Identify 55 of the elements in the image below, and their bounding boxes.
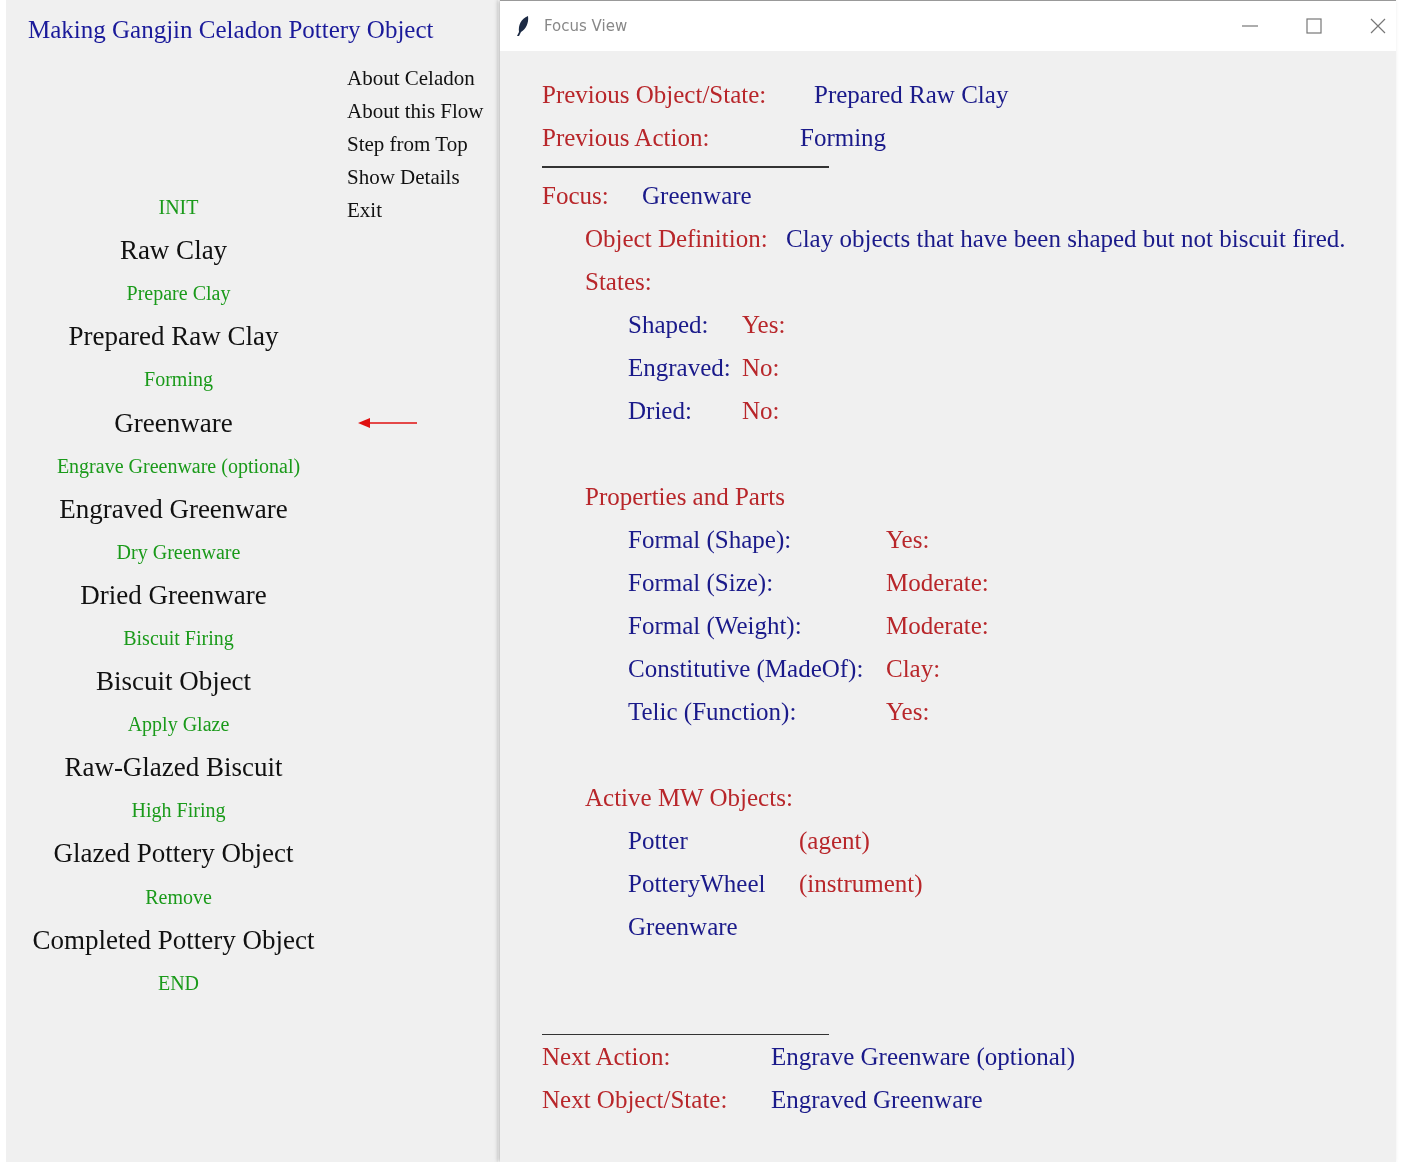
flow-state[interactable]: Prepared Raw Clay [68,321,279,353]
field-value: Engrave Greenware (optional) [771,1042,1076,1071]
close-icon[interactable] [1370,18,1386,34]
property-value: Moderate: [886,568,989,597]
menu-item[interactable]: Step from Top [347,128,484,161]
flow-state[interactable]: Glazed Pottery Object [53,838,294,870]
field-label: Previous Action: [542,123,711,152]
flow-state[interactable]: Greenware [114,407,233,439]
field-label: Next Action: [542,1042,672,1071]
property-value: Yes: [886,697,930,726]
property-name: Formal (Size): [628,568,775,597]
field-label: Previous Object/State: [542,80,768,109]
flow-state[interactable]: Dried Greenware [80,579,267,611]
field-value: Forming [800,123,887,152]
property-value: Yes: [886,525,930,554]
field-label: Focus: [542,181,610,210]
state-name: Shaped: [628,310,710,339]
flow-state[interactable]: Biscuit Object [95,666,252,698]
property-value: Clay: [886,654,941,683]
state-value: Yes: [742,310,786,339]
property-name: Formal (Shape): [628,525,793,554]
property-name: Telic (Function): [628,697,798,726]
menu-item[interactable]: About Celadon [347,62,484,95]
section-heading: Active MW Objects: [585,783,793,812]
object-name: Potter [628,826,689,855]
flow-state[interactable]: Engraved Greenware [59,493,288,525]
state-value: No: [742,396,780,425]
flow-state[interactable]: Completed Pottery Object [32,924,315,956]
flow-state[interactable]: Raw-Glazed Biscuit [64,752,283,784]
field-value: Greenware [642,181,752,210]
property-name: Formal (Weight): [628,611,803,640]
object-name: Greenware [628,912,739,941]
maximize-icon[interactable] [1306,18,1322,34]
state-value: No: [742,353,780,382]
feather-icon [516,15,530,37]
property-value: Moderate: [886,611,989,640]
field-value: Prepared Raw Clay [814,80,1009,109]
window-title: Focus View [544,17,628,35]
section-heading: States: [585,267,652,296]
state-name: Engraved: [628,353,732,382]
field-value: Clay objects that have been shaped but not biscuit fired. [786,224,1346,253]
field-label: Next Object/State: [542,1085,729,1114]
field-label: Object Definition: [585,224,769,253]
menu-item[interactable]: Exit [347,194,484,227]
object-role: (agent) [799,826,870,855]
field-value: Engraved Greenware [771,1085,983,1114]
property-name: Constitutive (MadeOf): [628,654,865,683]
app-title: Making Gangjin Celadon Pottery Object [27,15,435,45]
state-name: Dried: [628,396,693,425]
flow-state[interactable]: Raw Clay [119,235,228,267]
menu-item[interactable]: About this Flow [347,95,484,128]
menu-item[interactable]: Show Details [347,161,484,194]
object-role: (instrument) [799,869,923,898]
section-heading: Properties and Parts [585,482,785,511]
object-name: PotteryWheel [628,869,767,898]
